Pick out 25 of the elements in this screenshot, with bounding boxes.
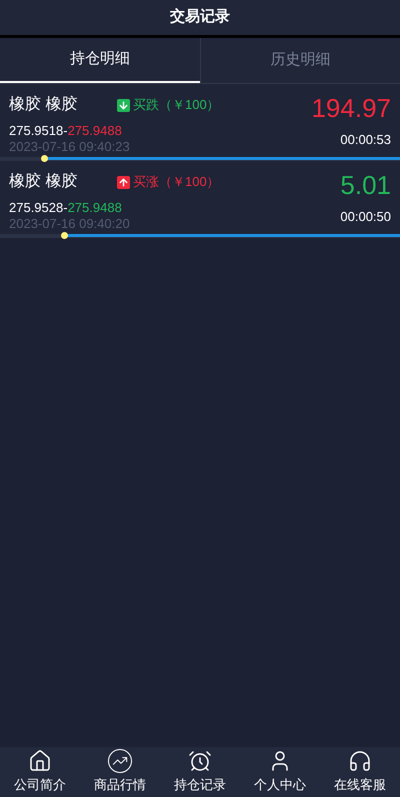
nav-item[interactable]: 商品行情	[80, 747, 160, 797]
profit-value: 5.01	[340, 170, 391, 200]
product-name: 橡胶 橡胶	[9, 94, 78, 115]
product-name: 橡胶 橡胶	[9, 172, 78, 192]
progress-knob	[61, 232, 68, 239]
nav-item[interactable]: 持仓记录	[160, 747, 240, 797]
home-icon	[28, 749, 52, 774]
tab[interactable]: 历史明细	[200, 38, 400, 83]
headset-icon	[348, 749, 372, 774]
price-range: 275.9528-275.9488	[9, 200, 123, 216]
nav-item[interactable]: 在线客服	[320, 747, 400, 797]
timestamp: 2023-07-16 09:40:23	[9, 139, 131, 155]
order-label: 买跌（￥100）	[133, 96, 220, 114]
price-range: 275.9518-275.9488	[9, 123, 123, 139]
order-label: 买涨（￥100）	[133, 173, 220, 192]
timestamp: 2023-07-16 09:40:20	[9, 216, 131, 232]
nav-item[interactable]: 公司简介	[0, 747, 80, 797]
nav-item[interactable]: 个人中心	[240, 747, 320, 797]
profit-value: 194.97	[311, 93, 391, 123]
countdown: 00:00:50	[340, 208, 391, 226]
trend-icon	[108, 749, 132, 774]
page-title: 交易记录	[170, 7, 230, 28]
progress-knob	[41, 155, 48, 162]
clock-icon	[188, 749, 212, 774]
countdown: 00:00:53	[340, 131, 391, 149]
